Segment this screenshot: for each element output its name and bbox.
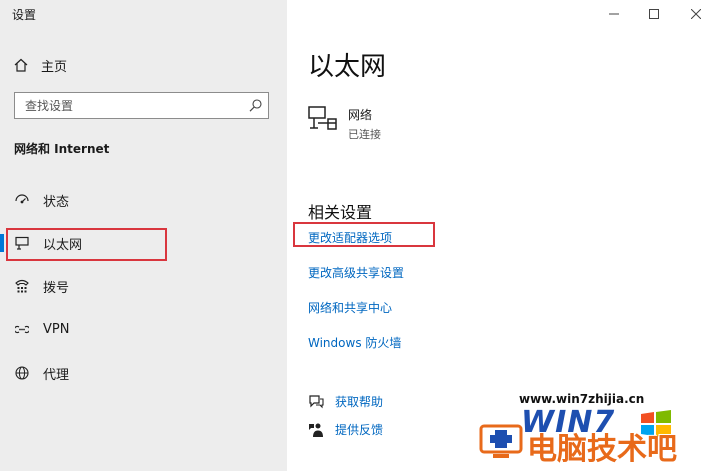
window-title: 设置 bbox=[12, 8, 37, 22]
windows-logo-icon bbox=[641, 410, 671, 438]
vpn-icon bbox=[14, 321, 30, 337]
maximize-icon bbox=[649, 9, 659, 19]
windows-firewall-link[interactable]: Windows 防火墙 bbox=[308, 334, 401, 351]
sidebar-item-dialup[interactable]: 拨号 bbox=[0, 268, 287, 304]
watermark-monitor-icon bbox=[479, 424, 523, 458]
help-chat-icon bbox=[309, 394, 324, 408]
network-sharing-center-link[interactable]: 网络和共享中心 bbox=[308, 299, 392, 316]
close-button[interactable] bbox=[676, 0, 716, 28]
get-help-label: 获取帮助 bbox=[335, 395, 384, 409]
network-item[interactable]: 网络 已连接 bbox=[308, 106, 381, 142]
sidebar-item-vpn[interactable]: VPN bbox=[0, 311, 287, 347]
close-icon bbox=[691, 9, 701, 19]
sidebar-item-label: 代理 bbox=[43, 367, 70, 383]
home-icon bbox=[14, 58, 28, 72]
watermark-url: www.win7zhijia.cn bbox=[519, 392, 645, 406]
give-feedback-label: 提供反馈 bbox=[335, 423, 384, 437]
feedback-icon bbox=[309, 423, 323, 437]
page-title: 以太网 bbox=[308, 52, 387, 82]
section-header: 网络和 Internet bbox=[14, 142, 110, 156]
watermark-logo-text: WIN7 bbox=[521, 405, 616, 440]
highlight-box-adapter bbox=[293, 222, 435, 247]
related-settings-title: 相关设置 bbox=[308, 203, 373, 222]
main-content: 以太网 网络 已连接 相关设置 更改适配器选项 更改高级共享设置 网络和共享中心… bbox=[287, 0, 716, 471]
dialup-icon bbox=[14, 278, 30, 294]
network-status: 已连接 bbox=[348, 128, 381, 141]
watermark-brand: 电脑技术吧 bbox=[527, 432, 677, 467]
get-help-link[interactable]: 获取帮助 bbox=[308, 393, 383, 410]
home-label: 主页 bbox=[41, 59, 68, 75]
minimize-button[interactable] bbox=[594, 0, 634, 28]
sidebar: 设置 主页 网络和 Internet 状态 bbox=[0, 0, 287, 471]
sidebar-item-label: VPN bbox=[43, 321, 70, 337]
advanced-sharing-settings-link[interactable]: 更改高级共享设置 bbox=[308, 264, 404, 281]
maximize-button[interactable] bbox=[634, 0, 674, 28]
status-icon bbox=[14, 192, 30, 208]
sidebar-item-label: 拨号 bbox=[43, 280, 70, 296]
sidebar-item-proxy[interactable]: 代理 bbox=[0, 355, 287, 391]
search-input[interactable] bbox=[25, 93, 245, 118]
search-box[interactable] bbox=[14, 92, 269, 119]
search-icon[interactable] bbox=[249, 99, 262, 112]
sidebar-item-label: 状态 bbox=[43, 194, 70, 210]
highlight-box-ethernet bbox=[6, 228, 167, 261]
give-feedback-link[interactable]: 提供反馈 bbox=[308, 421, 383, 438]
ethernet-network-icon bbox=[308, 106, 337, 130]
home-nav-item[interactable]: 主页 bbox=[14, 54, 67, 76]
sidebar-item-status[interactable]: 状态 bbox=[0, 182, 287, 218]
minimize-icon bbox=[609, 13, 619, 15]
proxy-icon bbox=[14, 365, 30, 381]
network-name: 网络 bbox=[348, 108, 373, 122]
selection-indicator bbox=[0, 234, 4, 252]
